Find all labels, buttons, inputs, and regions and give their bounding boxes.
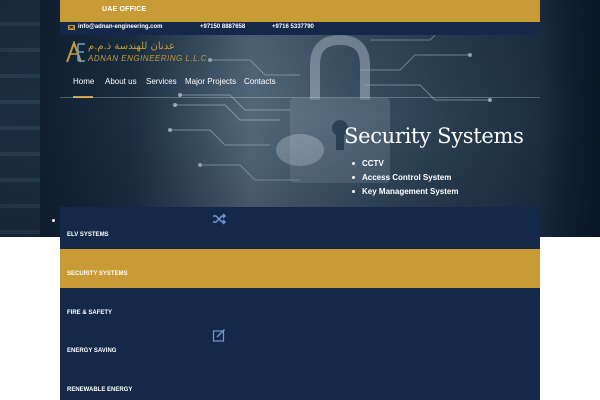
mail-icon	[68, 25, 75, 30]
page: UAE OFFICE info@adnan-engineering.com +9…	[0, 0, 600, 400]
nav-services[interactable]: Services	[146, 77, 177, 86]
slide-feature-text: CCTV	[362, 159, 384, 168]
slide-title: Security Systems	[344, 124, 524, 148]
service-label: SECURITY SYSTEMS	[67, 271, 128, 277]
slide-feature-text: Key Management System	[362, 187, 459, 196]
hero-overlay	[0, 0, 600, 237]
email-contact[interactable]: info@adnan-engineering.com	[68, 24, 163, 30]
bullet-icon	[352, 190, 355, 193]
bullet-icon	[352, 162, 355, 165]
service-renewable-energy[interactable]: RENEWABLE ENERGY	[60, 370, 540, 400]
contact-bar: info@adnan-engineering.com +97150 888765…	[60, 22, 540, 35]
slider-dot[interactable]	[52, 219, 55, 222]
nav-major-projects[interactable]: Major Projects	[185, 77, 236, 86]
service-fire-safety[interactable]: FIRE & SAFETY	[60, 291, 540, 330]
office-label: UAE OFFICE	[102, 6, 147, 13]
phone-secondary[interactable]: +9716 5337790	[272, 24, 314, 30]
phone-primary[interactable]: +97150 8887658	[200, 24, 245, 30]
services-list: ELV SYSTEMS SECURITY SYSTEMS FIRE & SAFE…	[60, 207, 540, 400]
hero-slider	[0, 0, 600, 237]
service-security-systems[interactable]: SECURITY SYSTEMS	[60, 249, 540, 288]
office-bar: UAE OFFICE	[60, 0, 540, 22]
logo-arabic-text: عدنان للهندسة ذ.م.م	[88, 41, 175, 52]
service-elv-systems[interactable]: ELV SYSTEMS	[60, 207, 540, 246]
service-label: RENEWABLE ENERGY	[67, 387, 133, 393]
email-text: info@adnan-engineering.com	[78, 24, 163, 30]
service-label: FIRE & SAFETY	[67, 310, 113, 316]
service-energy-saving[interactable]: ENERGY SAVING	[60, 331, 540, 370]
company-logo[interactable]: عدنان للهندسة ذ.م.م ADNAN ENGINEERING L.…	[66, 40, 208, 66]
bullet-icon	[352, 176, 355, 179]
logo-english-text: ADNAN ENGINEERING L.L.C	[88, 54, 208, 63]
nav-contacts[interactable]: Contacts	[244, 77, 276, 86]
service-label: ELV SYSTEMS	[67, 232, 109, 238]
slide-feature-text: Access Control System	[362, 173, 452, 182]
nav-about-us[interactable]: About us	[105, 77, 137, 86]
nav-divider	[60, 97, 540, 98]
service-label: ENERGY SAVING	[67, 348, 117, 354]
logo-ae-mark	[66, 41, 85, 63]
nav-home[interactable]: Home	[73, 77, 94, 86]
